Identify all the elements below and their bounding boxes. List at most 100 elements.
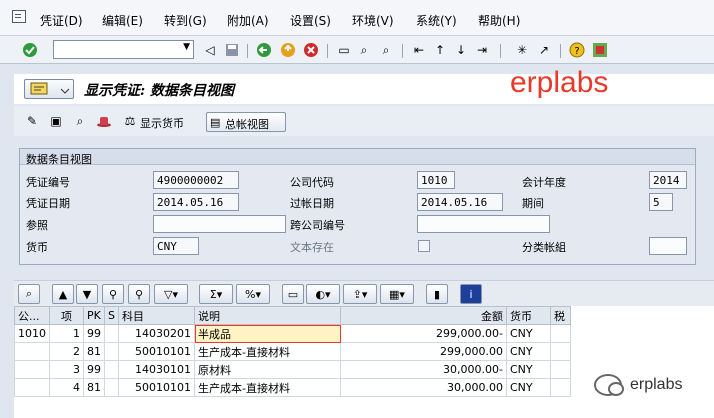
- col-header-account[interactable]: 科目: [118, 306, 195, 325]
- menu-settings[interactable]: 设置(S): [290, 12, 331, 29]
- group-title: 数据条目视图: [20, 149, 695, 166]
- doc-number-label: 凭证编号: [26, 176, 70, 189]
- layout-button[interactable]: ▦▾: [380, 284, 414, 304]
- views-button[interactable]: ◐▾: [306, 284, 340, 304]
- enter-icon[interactable]: [22, 42, 38, 58]
- info-button[interactable]: i: [460, 284, 482, 304]
- menu-document[interactable]: 凭证(D): [40, 12, 83, 29]
- cell-tax: [550, 324, 571, 343]
- first-page-icon[interactable]: ⇤: [411, 42, 427, 58]
- filter-icon: ▽▾: [164, 287, 178, 301]
- menu-system[interactable]: 系统(Y): [416, 12, 457, 29]
- sort-ascending-button[interactable]: ▲: [52, 284, 74, 304]
- cell-description[interactable]: 半成品: [194, 324, 341, 343]
- svg-text:?: ?: [574, 46, 579, 57]
- info-icon: i: [469, 287, 473, 301]
- cell-amount: 30,000.00-: [340, 360, 507, 379]
- col-header-item[interactable]: 项: [49, 306, 84, 325]
- table-row[interactable]: 1010 1 99 14030201 半成品 299,000.00- CNY: [14, 324, 571, 343]
- separator: [247, 44, 248, 58]
- menu-extras[interactable]: 附加(A): [227, 12, 269, 29]
- prev-page-icon[interactable]: ↑: [432, 42, 448, 58]
- cell-amount: 299,000.00: [340, 342, 507, 361]
- col-header-pk[interactable]: PK: [83, 306, 105, 325]
- cancel-icon[interactable]: [303, 42, 319, 58]
- chart-icon: ▮: [433, 287, 441, 301]
- green-back-icon[interactable]: [256, 42, 272, 58]
- separator: [500, 44, 501, 58]
- help-icon[interactable]: ?: [569, 42, 585, 58]
- print-preview-button[interactable]: ▭: [282, 284, 304, 304]
- next-page-icon[interactable]: ↓: [453, 42, 469, 58]
- graphic-button[interactable]: ▮: [426, 284, 448, 304]
- ledger-group-field[interactable]: [649, 237, 687, 255]
- footer-watermark-text: erplabs: [630, 376, 683, 393]
- separator: [560, 44, 561, 58]
- display-currency-icon[interactable]: ⚖: [120, 113, 140, 129]
- fiscal-year-field[interactable]: 2014: [649, 171, 687, 189]
- cross-company-field[interactable]: [417, 215, 550, 233]
- chevron-down-icon[interactable]: ▼: [183, 42, 190, 52]
- menu-goto[interactable]: 转到(G): [164, 12, 207, 29]
- cell-currency: CNY: [506, 360, 551, 379]
- exit-icon[interactable]: [280, 42, 296, 58]
- col-header-description[interactable]: 说明: [194, 306, 341, 325]
- details-button[interactable]: ⌕: [18, 284, 40, 304]
- cell-s: [104, 378, 119, 397]
- search-icon[interactable]: ⌕: [72, 113, 88, 129]
- reference-field[interactable]: [153, 215, 286, 233]
- back-icon[interactable]: ◁: [202, 42, 218, 58]
- col-header-currency[interactable]: 货币: [506, 306, 551, 325]
- table-row[interactable]: 2 81 50010101 生产成本-直接材料 299,000.00 CNY: [14, 342, 571, 361]
- new-session-icon[interactable]: ✳: [514, 42, 530, 58]
- reference-label: 参照: [26, 219, 48, 232]
- title-bar: 显示凭证: 数据条目视图: [14, 74, 714, 104]
- last-page-icon[interactable]: ⇥: [474, 42, 490, 58]
- find-icon[interactable]: ⌕: [356, 42, 372, 58]
- shortcut-icon[interactable]: ↗: [536, 42, 552, 58]
- command-field[interactable]: ▼: [53, 40, 194, 59]
- posting-date-field[interactable]: 2014.05.16: [417, 193, 503, 211]
- col-header-s[interactable]: S: [104, 306, 119, 325]
- find-next-icon[interactable]: ⌕: [378, 42, 394, 58]
- menu-edit[interactable]: 编辑(E): [102, 12, 143, 29]
- edit-pencil-icon[interactable]: ✎: [24, 113, 40, 129]
- find-next-button[interactable]: ⚲: [128, 284, 150, 304]
- doc-date-field[interactable]: 2014.05.16: [153, 193, 239, 211]
- print-icon[interactable]: ▭: [336, 42, 352, 58]
- menu-toggle-button[interactable]: [24, 79, 74, 99]
- currency-field[interactable]: CNY: [153, 237, 199, 255]
- col-header-tax[interactable]: 税: [550, 306, 571, 325]
- col-header-amount[interactable]: 金额: [340, 306, 507, 325]
- header-data-group: 数据条目视图 凭证编号 4900000002 公司代码 1010 会计年度 20…: [19, 148, 696, 265]
- print-icon: ▭: [287, 287, 299, 301]
- col-header-company[interactable]: 公...: [14, 306, 50, 325]
- display-currency-button[interactable]: 显示货币: [140, 115, 184, 131]
- binoculars-icon: ⚲: [108, 287, 118, 301]
- period-label: 期间: [522, 197, 544, 210]
- subtotal-button[interactable]: %▾: [236, 284, 270, 304]
- total-button[interactable]: Σ▾: [199, 284, 233, 304]
- standard-toolbar: ▼ ◁ ▭ ⌕ ⌕ ⇤ ↑ ↓ ⇥ ✳ ↗ ?: [0, 36, 714, 64]
- customize-layout-icon[interactable]: [592, 42, 608, 58]
- menu-help[interactable]: 帮助(H): [478, 12, 520, 29]
- window-menu-icon[interactable]: [12, 10, 26, 23]
- sort-descending-button[interactable]: ▼: [76, 284, 98, 304]
- general-ledger-view-button[interactable]: ▤ 总帐视图: [206, 112, 286, 132]
- find-button[interactable]: ⚲: [102, 284, 124, 304]
- export-button[interactable]: ⇪▾: [343, 284, 377, 304]
- doc-number-field[interactable]: 4900000002: [153, 171, 239, 189]
- cell-account: 14030201: [118, 324, 195, 343]
- filter-button[interactable]: ▽▾: [154, 284, 188, 304]
- document-change-icon[interactable]: ▣: [48, 113, 64, 129]
- company-code-field[interactable]: 1010: [417, 171, 455, 189]
- menu-environment[interactable]: 环境(V): [352, 12, 394, 29]
- hat-icon[interactable]: [96, 113, 112, 129]
- doc-date-label: 凭证日期: [26, 197, 70, 210]
- text-exists-checkbox[interactable]: [418, 240, 430, 252]
- period-field[interactable]: 5: [649, 193, 673, 211]
- table-row[interactable]: 4 81 50010101 生产成本-直接材料 30,000.00 CNY: [14, 378, 571, 397]
- save-icon[interactable]: [224, 42, 240, 58]
- cell-company: [14, 342, 50, 361]
- table-row[interactable]: 3 99 14030101 原材料 30,000.00- CNY: [14, 360, 571, 379]
